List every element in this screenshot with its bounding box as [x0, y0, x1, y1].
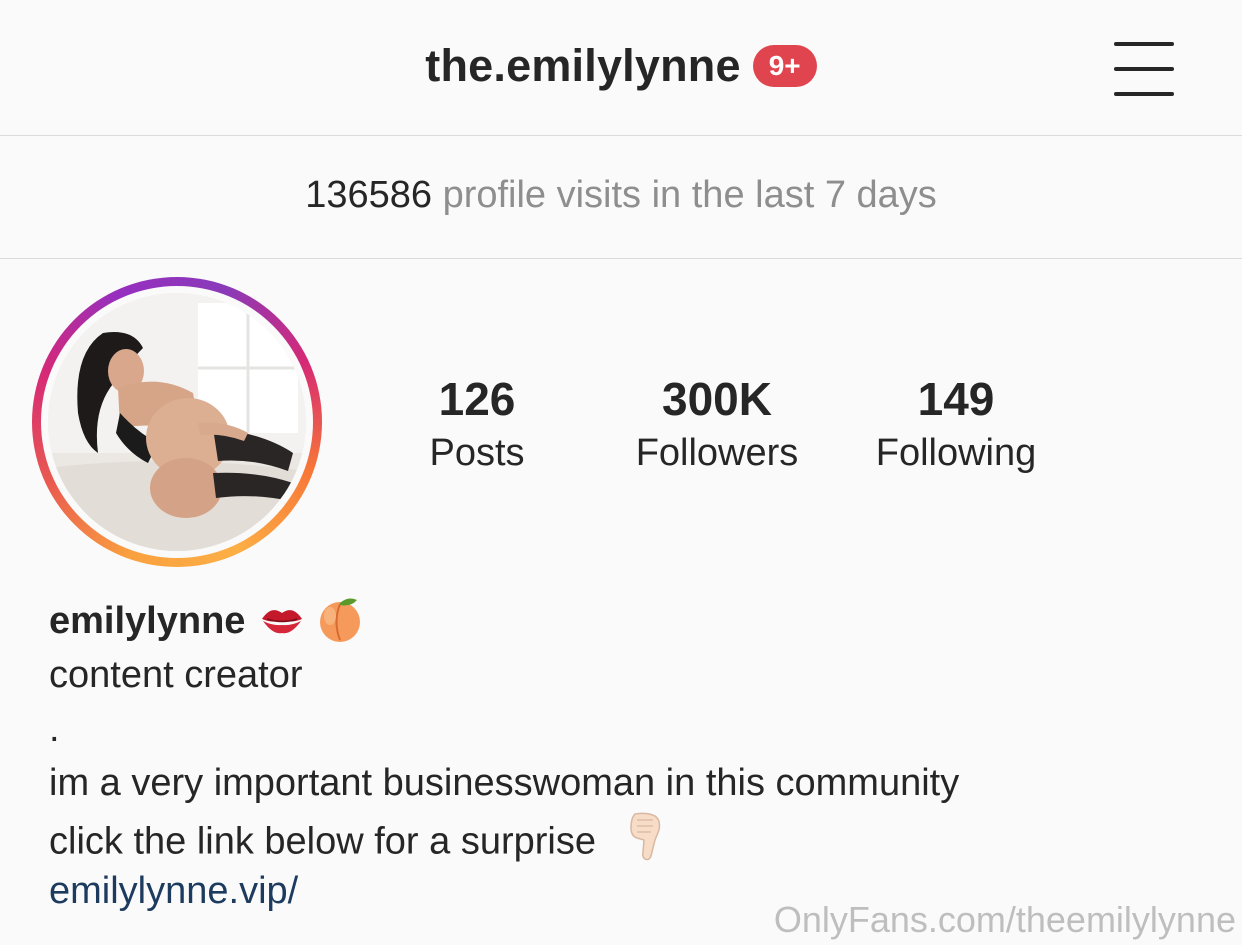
- stat-posts[interactable]: 126 Posts: [412, 370, 542, 478]
- profile-visits-label: profile visits in the last 7 days: [442, 174, 937, 216]
- posts-label: Posts: [429, 432, 525, 474]
- hamburger-menu-icon[interactable]: [1112, 40, 1178, 98]
- bio-line-role: content creator: [49, 654, 303, 696]
- profile-visits-count: 136586: [305, 174, 432, 216]
- bio-line-cta: click the link below for a surprise: [49, 810, 1199, 864]
- pointing-down-icon: [625, 810, 665, 877]
- followers-label: Followers: [635, 432, 799, 474]
- account-switcher[interactable]: the.emilylynne 9+: [425, 40, 817, 92]
- watermark-text: OnlyFans.com/theemilylynne: [773, 899, 1236, 940]
- following-count: 149: [917, 373, 995, 425]
- header-title-wrap: the.emilylynne 9+: [0, 40, 1242, 104]
- header-username[interactable]: the.emilylynne: [425, 40, 740, 92]
- kiss-mark-icon: [259, 601, 305, 642]
- followers-count: 300K: [662, 373, 772, 425]
- display-name: emilylynne: [49, 599, 246, 642]
- posts-count: 126: [438, 373, 516, 425]
- stat-followers[interactable]: 300K Followers: [617, 370, 817, 478]
- peach-icon: [315, 594, 365, 649]
- top-navigation-bar: the.emilylynne 9+: [0, 0, 1242, 136]
- notification-badge[interactable]: 9+: [752, 45, 817, 87]
- avatar-gap: [41, 286, 313, 558]
- profile-visits-insight[interactable]: 136586 profile visits in the last 7 days: [0, 136, 1242, 259]
- stat-following[interactable]: 149 Following: [861, 370, 1051, 478]
- following-label: Following: [875, 432, 1037, 474]
- profile-photo-illustration: [48, 293, 306, 551]
- bio-cta-text: click the link below for a surprise: [49, 820, 596, 863]
- profile-bio: emilylynne content creator . im a very i…: [49, 594, 1199, 918]
- story-ring[interactable]: [32, 277, 322, 567]
- profile-photo[interactable]: [48, 293, 306, 551]
- bio-name-line: emilylynne: [49, 594, 1199, 648]
- bio-line-description: im a very important businesswoman in thi…: [49, 762, 960, 804]
- bio-line-dot: .: [49, 708, 60, 750]
